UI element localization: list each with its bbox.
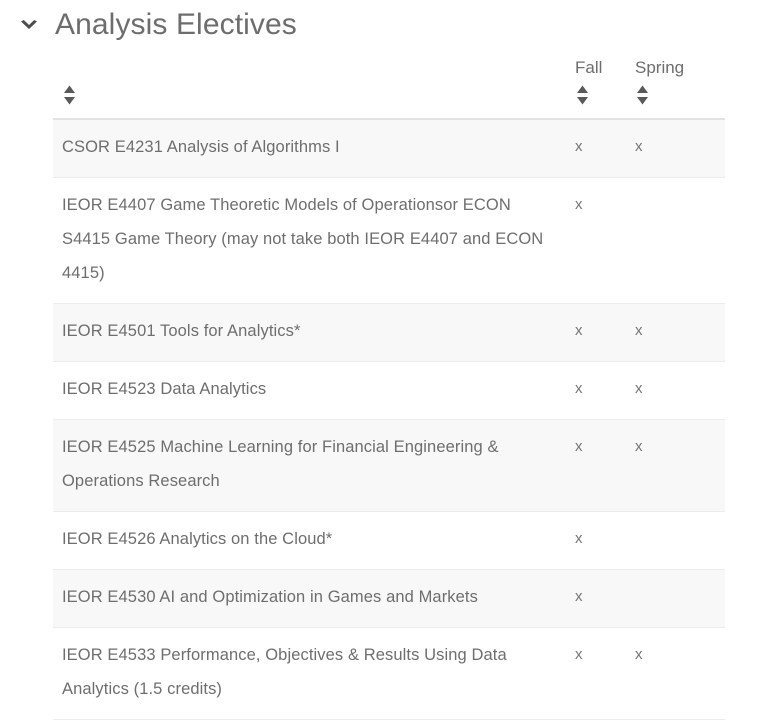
fall-availability-cell: x	[575, 119, 635, 178]
section-header[interactable]: Analysis Electives	[0, 0, 762, 44]
chevron-down-icon[interactable]	[14, 10, 44, 40]
course-name-cell: IEOR E4530 AI and Optimization in Games …	[53, 569, 575, 628]
table-row: IEOR E4407 Game Theoretic Models of Oper…	[53, 177, 725, 304]
fall-availability-cell: x	[575, 419, 635, 512]
course-name-cell: IEOR E4525 Machine Learning for Financia…	[53, 419, 575, 512]
table-row: IEOR E4523 Data Analytics x x	[53, 361, 725, 420]
table-header: Fall Spring	[53, 58, 725, 120]
course-name-cell: IEOR E4523 Data Analytics	[53, 361, 575, 420]
fall-availability-cell: x	[575, 177, 635, 304]
column-header-course[interactable]	[53, 58, 575, 120]
table-header-row: Fall Spring	[53, 58, 725, 120]
table-row: CSOR E4231 Analysis of Algorithms Ixx	[53, 119, 725, 178]
spring-availability-cell	[635, 177, 725, 304]
course-table: Fall Spring CSOR E4231 Analysis of Algor…	[53, 58, 725, 720]
table-row: IEOR E4526 Analytics on the Cloud* x	[53, 511, 725, 570]
course-name-cell: CSOR E4231 Analysis of Algorithms I	[53, 119, 575, 178]
fall-availability-cell: x	[575, 361, 635, 420]
course-name-cell: IEOR E4407 Game Theoretic Models of Oper…	[53, 177, 575, 304]
spring-availability-cell: x	[635, 627, 725, 720]
spring-availability-cell	[635, 511, 725, 570]
table-row: IEOR E4533 Performance, Objectives & Res…	[53, 627, 725, 720]
table-body: CSOR E4231 Analysis of Algorithms Ix x IEO…	[53, 119, 725, 720]
sort-updown-icon[interactable]	[62, 84, 77, 106]
spring-availability-cell: x	[635, 361, 725, 420]
column-header-spring-label: Spring	[635, 58, 685, 77]
course-name-cell: IEOR E4526 Analytics on the Cloud*	[53, 511, 575, 570]
course-name-cell: IEOR E4501 Tools for Analytics*	[53, 303, 575, 362]
spring-availability-cell: x	[635, 119, 725, 178]
table-row: IEOR E4530 AI and Optimization in Games …	[53, 569, 725, 628]
column-header-fall-label: Fall	[575, 58, 603, 77]
page-title: Analysis Electives	[55, 8, 297, 41]
course-table-wrapper: Fall Spring CSOR E4231 Analysis of Algor…	[53, 58, 725, 720]
sort-updown-icon[interactable]	[635, 84, 650, 106]
fall-availability-cell: x	[575, 569, 635, 628]
sort-updown-icon[interactable]	[575, 84, 590, 106]
spring-availability-cell: x	[635, 419, 725, 512]
fall-availability-cell: x	[575, 511, 635, 570]
table-row: IEOR E4501 Tools for Analytics* x x	[53, 303, 725, 362]
table-row: IEOR E4525 Machine Learning for Financia…	[53, 419, 725, 512]
fall-availability-cell: x	[575, 627, 635, 720]
spring-availability-cell: x	[635, 303, 725, 362]
column-header-fall[interactable]: Fall	[575, 58, 635, 120]
spring-availability-cell	[635, 569, 725, 628]
course-name-cell: IEOR E4533 Performance, Objectives & Res…	[53, 627, 575, 720]
column-header-spring[interactable]: Spring	[635, 58, 725, 120]
fall-availability-cell: x	[575, 303, 635, 362]
